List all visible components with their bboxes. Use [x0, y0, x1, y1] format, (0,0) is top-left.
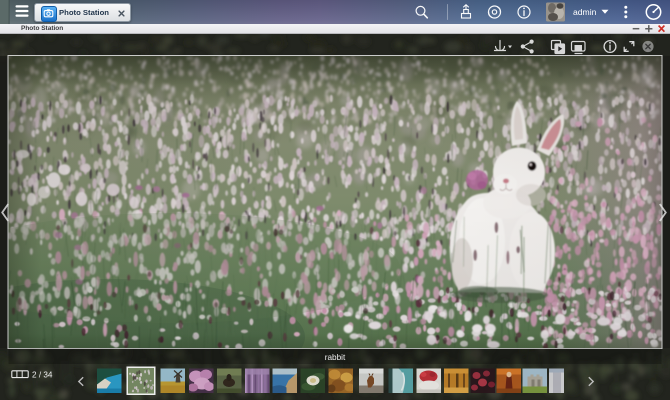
svg-text:admin: admin	[573, 7, 597, 17]
svg-text:rabbit: rabbit	[325, 353, 346, 362]
svg-text:2 / 34: 2 / 34	[32, 371, 53, 380]
